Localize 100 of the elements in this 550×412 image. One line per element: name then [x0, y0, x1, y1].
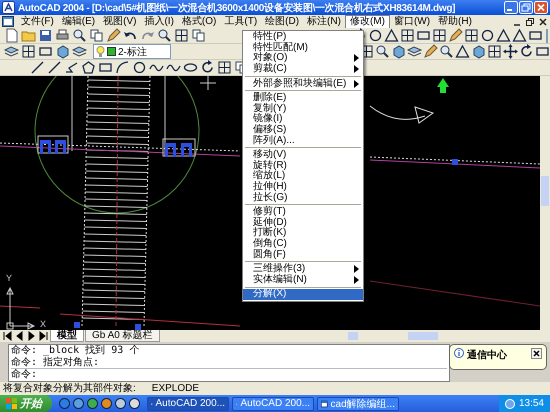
menu-item[interactable]: 倒角(C) — [243, 238, 364, 250]
menu-bar-item[interactable]: 工具(T) — [220, 15, 262, 28]
layout-tab[interactable]: Gb A0 标题栏 — [85, 330, 160, 342]
save-icon[interactable] — [38, 28, 53, 44]
cube-icon[interactable] — [471, 44, 486, 60]
cube-icon[interactable] — [391, 44, 406, 60]
grid-icon[interactable] — [21, 44, 36, 60]
quick-launch-icon[interactable] — [73, 398, 84, 409]
status-text: EXPLODE — [152, 382, 200, 394]
restore-icon[interactable] — [519, 1, 533, 14]
restore-icon[interactable] — [525, 16, 535, 27]
menu-bar-item[interactable]: 插入(I) — [140, 15, 178, 28]
menu-item[interactable]: 剪裁(C) — [243, 64, 364, 74]
menu-bar-item[interactable]: 帮助(H) — [434, 15, 476, 28]
menu-bar-item[interactable]: 格式(O) — [178, 15, 220, 28]
menu-bar-item[interactable]: 编辑(E) — [58, 15, 100, 28]
grid-icon[interactable] — [432, 28, 447, 44]
taskbar-button[interactable]: AutoCAD 200... — [147, 396, 229, 410]
menu-item[interactable]: 对象(O) — [243, 53, 364, 64]
quick-launch-icon[interactable] — [87, 398, 98, 409]
menu-item[interactable]: 镜像(I) — [243, 114, 364, 125]
info-icon — [454, 348, 464, 358]
menu-item[interactable]: 外部参照和块编辑(E) — [243, 78, 364, 89]
document-icon — [2, 16, 14, 28]
quick-launch-icon[interactable] — [129, 398, 140, 409]
layers-icon[interactable] — [407, 44, 422, 60]
menu-item[interactable]: 修剪(T) — [243, 206, 364, 218]
grid-icon[interactable] — [464, 28, 479, 44]
arc-icon[interactable] — [115, 60, 130, 76]
menu-item[interactable]: 阵列(A)... — [243, 135, 364, 146]
menu-bar-item[interactable]: 视图(V) — [99, 15, 140, 28]
pencil-icon[interactable] — [448, 28, 463, 44]
copy-icon[interactable] — [191, 28, 206, 44]
line-icon[interactable] — [30, 60, 45, 76]
triangle-icon[interactable] — [455, 44, 470, 60]
axis-label: X — [40, 320, 46, 330]
polyline-icon[interactable] — [64, 60, 79, 76]
magnifier-icon[interactable] — [72, 28, 87, 44]
taskbar-button[interactable]: AutoCAD 200... — [232, 396, 314, 410]
triangle-icon[interactable] — [512, 28, 527, 44]
previous-tab-icon[interactable] — [14, 331, 25, 342]
menu-bar-item[interactable]: 修改(M) — [344, 15, 390, 28]
next-tab-icon[interactable] — [26, 331, 37, 342]
menu-item[interactable]: 偏移(S) — [243, 124, 364, 136]
menu-item[interactable]: 打断(K) — [243, 228, 364, 239]
ucs-axes-icon — [6, 287, 36, 330]
command-prompt[interactable]: 命令: — [11, 368, 447, 381]
copy-icon[interactable] — [89, 28, 104, 44]
circular-arrow-icon[interactable] — [519, 44, 534, 60]
menu-item[interactable]: 删除(E) — [243, 92, 364, 104]
grid-icon[interactable] — [217, 60, 232, 76]
cube-icon[interactable] — [55, 44, 70, 60]
menu-bar-item[interactable]: 窗口(W) — [390, 15, 434, 28]
layers-icon[interactable] — [4, 44, 19, 60]
notification-title: 通信中心 — [467, 348, 508, 362]
menu-item[interactable]: 移动(V) — [243, 150, 364, 161]
layers-icon[interactable] — [72, 44, 87, 60]
tray-icon[interactable] — [504, 398, 515, 408]
magnifier-icon[interactable] — [439, 44, 454, 60]
next-tab-icon[interactable] — [38, 331, 49, 342]
menu-item[interactable]: 拉长(G) — [243, 192, 364, 203]
close-icon[interactable] — [531, 348, 542, 359]
circular-arrow-icon[interactable] — [200, 60, 215, 76]
magnifier-icon[interactable] — [157, 28, 172, 44]
command-history-line: 命令: _block 找到 93 个 — [11, 345, 140, 356]
menu-item[interactable]: 特性(P) — [243, 32, 364, 43]
grid-icon[interactable] — [487, 44, 502, 60]
menu-bar-item[interactable]: 标注(N) — [303, 15, 345, 28]
vertical-scrollbar[interactable] — [540, 76, 550, 330]
menu-item[interactable]: 圆角(F) — [243, 249, 364, 260]
quick-launch-icon[interactable] — [101, 398, 112, 409]
minimize-icon[interactable] — [504, 1, 518, 14]
menu-bar-item[interactable]: 文件(F) — [17, 15, 58, 28]
new-file-icon[interactable] — [4, 28, 19, 44]
triangle-icon[interactable] — [496, 28, 511, 44]
cross-arrows-icon[interactable] — [503, 44, 518, 60]
previous-tab-icon[interactable] — [2, 331, 13, 342]
close-icon[interactable] — [538, 16, 548, 27]
circle-icon[interactable] — [132, 60, 147, 76]
menu-item[interactable]: 三维操作(3) — [243, 264, 364, 274]
pencil-icon[interactable] — [106, 28, 121, 44]
pentagon-icon[interactable] — [81, 60, 96, 76]
pencil-icon[interactable] — [423, 44, 438, 60]
menu-item[interactable]: 缩放(L) — [243, 171, 364, 182]
menu-bar-item[interactable]: 绘图(D) — [261, 15, 304, 28]
grid-icon[interactable] — [174, 28, 189, 44]
layout-tab[interactable]: 模型 — [50, 330, 84, 342]
triangle-icon[interactable] — [384, 28, 399, 44]
menu-item[interactable]: 实体编辑(N) — [243, 274, 364, 286]
circle-icon[interactable] — [480, 28, 495, 44]
magnifier-icon[interactable] — [375, 44, 390, 60]
status-text: 将复合对象分解为其部件对象: — [3, 382, 136, 396]
taskbar-button[interactable]: cad解除编组... — [317, 396, 399, 410]
grid-icon[interactable] — [400, 28, 415, 44]
clock: 13:54 — [518, 398, 544, 409]
menu-item[interactable]: 拉伸(H) — [243, 182, 364, 192]
layer-dropdown[interactable]: 2-标注 — [93, 44, 171, 60]
line-icon[interactable] — [47, 60, 62, 76]
circle-icon[interactable] — [368, 28, 383, 44]
quick-launch-icon[interactable] — [115, 398, 126, 409]
